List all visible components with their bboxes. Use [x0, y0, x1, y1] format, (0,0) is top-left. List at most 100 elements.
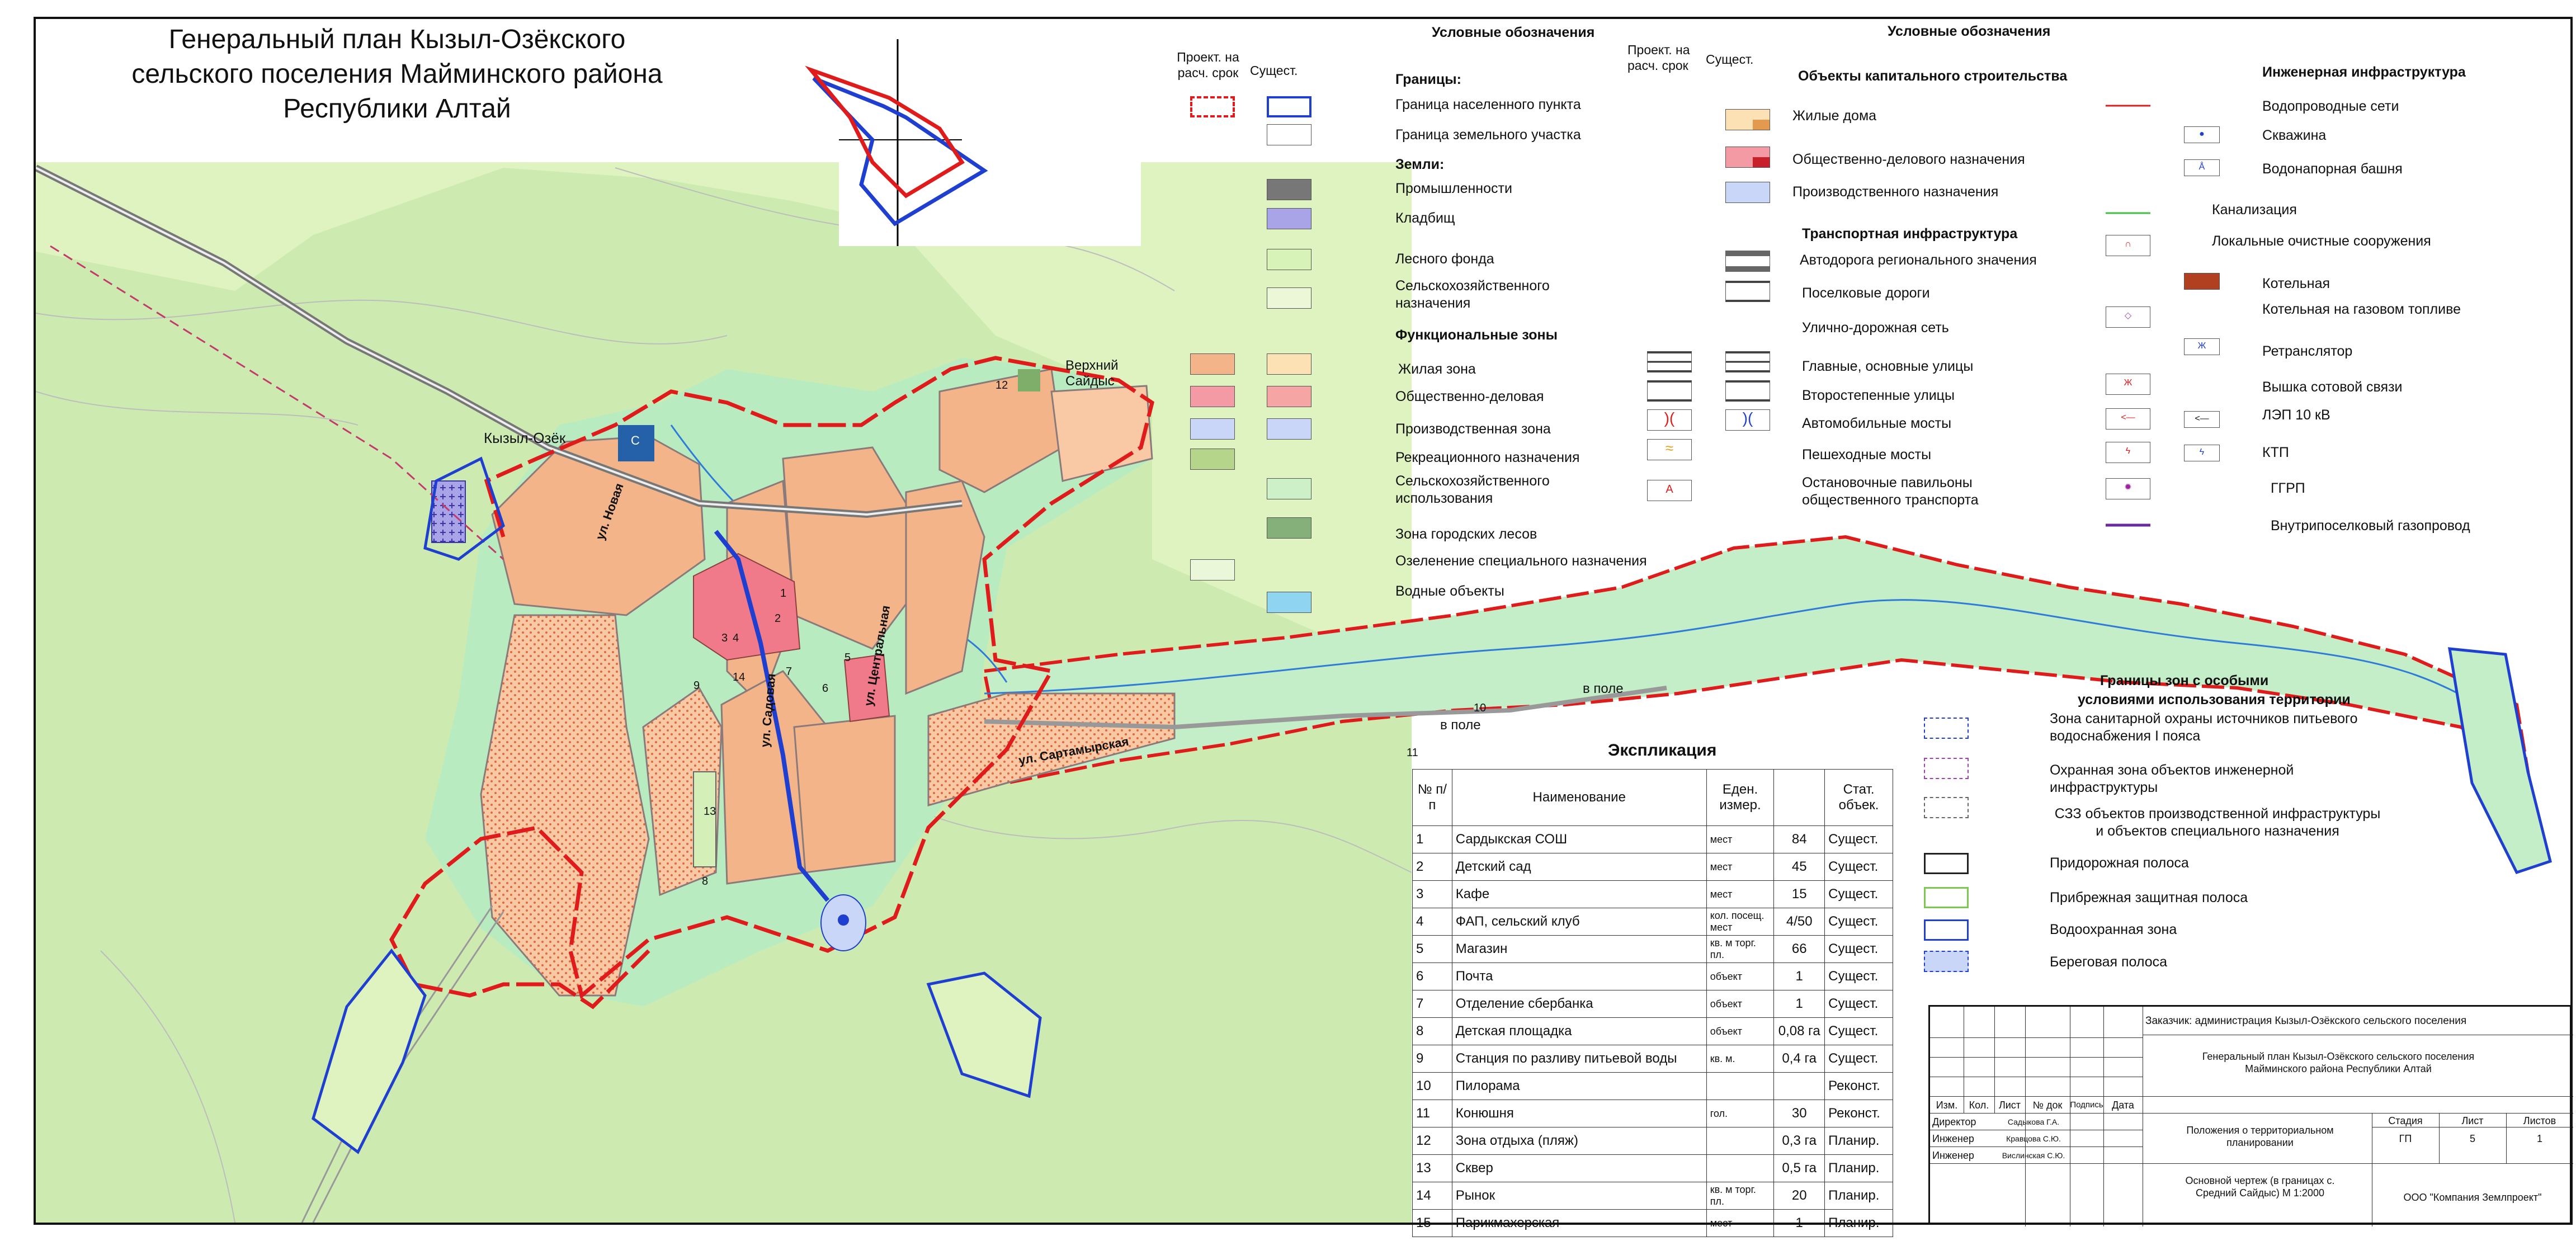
- zones-symbol-shore: [1924, 951, 1969, 972]
- explication-row: 6 Почта объект 1 Сущест.: [1412, 963, 1893, 990]
- legend-item-bus-stops: Остановочные павильоны общественного тра…: [1802, 475, 1979, 508]
- explication-cell-num: 3: [1412, 880, 1452, 908]
- explication-cell-name: Станция по разливу питьевой воды: [1451, 1045, 1707, 1073]
- legend-symbol-ktp-existing: ϟ: [2184, 445, 2220, 461]
- object-number-8: 8: [702, 875, 709, 888]
- legend-item-water-pipes: Водопроводные сети: [2262, 98, 2399, 114]
- stamp-col-list: Лист: [1998, 1100, 2021, 1111]
- legend-symbol-water: [1267, 592, 1311, 613]
- legend-section-functional: Функциональные зоны: [1395, 327, 1558, 343]
- zones-legend-title-2: условиями использования территории: [2078, 692, 2351, 707]
- explication-row: 3 Кафе мест 15 Сущест.: [1412, 880, 1893, 908]
- legend-item-water-tower: Водонапорная башня: [2262, 161, 2403, 177]
- zone-c-label: С: [631, 433, 640, 447]
- legend-symbol-cell-tower: Ж: [2106, 374, 2150, 395]
- legend-item-gas-boiler: Котельная на газовом топливе: [2262, 301, 2461, 317]
- explication-cell-num: 8: [1412, 1017, 1452, 1045]
- stamp-role-2: Инженер: [1932, 1133, 1974, 1144]
- legend-item-car-bridges: Автомобильные мосты: [1802, 416, 1952, 431]
- legend-symbol-production-project: [1190, 418, 1235, 440]
- explication-cell-status: Сущест.: [1824, 990, 1893, 1018]
- legend-symbol-public-buildings: [1725, 147, 1770, 168]
- explication-row: 5 Магазин кв. м торг. пл. 66 Сущест.: [1412, 935, 1893, 963]
- legend-item-ggrp: ГГРП: [2271, 480, 2305, 496]
- legend-symbol-secondary-street-project: [1647, 380, 1692, 402]
- zones-symbol-sanitary: [1924, 718, 1969, 739]
- legend-symbol-agri: [1267, 287, 1311, 309]
- legend-symbol-power-line-project: <—: [2106, 408, 2150, 430]
- legend-symbol-settlement-road: [1725, 281, 1770, 302]
- explication-header-status: Стат. объек.: [1824, 769, 1893, 826]
- explication-cell-num: 13: [1412, 1154, 1452, 1182]
- to-field-label-2: в поле: [1440, 718, 1481, 733]
- explication-cell-status: Сущест.: [1824, 963, 1893, 990]
- explication-cell-name: Сардыкская СОШ: [1451, 825, 1707, 853]
- stamp-name-3: Вислинская С.Ю.: [2002, 1151, 2065, 1160]
- explication-cell-status: Реконст.: [1824, 1072, 1893, 1100]
- legend-section-capital: Объекты капитального строительства: [1798, 68, 2068, 84]
- legend-symbol-well: ●: [2184, 126, 2220, 143]
- explication-cell-unit: кол. посещ. мест: [1706, 908, 1775, 936]
- legend-symbol-bus-stop: A: [1647, 480, 1692, 501]
- explication-cell-num: 1: [1412, 825, 1452, 853]
- explication-row: 15 Парикмахерская мест 1 Планир.: [1412, 1209, 1893, 1237]
- explication-cell-name: Конюшня: [1451, 1100, 1707, 1127]
- object-number-14: 14: [733, 671, 746, 683]
- legend-symbol-power-line-existing: <—: [2184, 411, 2220, 428]
- legend-symbol-repeater: Ж: [2184, 338, 2220, 355]
- legend-item-forest-fund: Лесного фонда: [1395, 251, 1494, 267]
- upper-saidys-label: Верхний Сайдыс: [1065, 358, 1119, 389]
- legend-left-col-project: Проект. на расч. срок: [1177, 50, 1239, 80]
- legend-symbol-border-existing: [1267, 96, 1311, 117]
- explication-cell-value: [1773, 1072, 1825, 1100]
- explication-cell-value: 15: [1773, 880, 1825, 908]
- legend-item-cemetery: Кладбищ: [1395, 210, 1455, 226]
- legend-item-urban-forest: Зона городских лесов: [1395, 526, 1537, 542]
- object-number-10: 10: [1474, 702, 1487, 714]
- explication-row: 8 Детская площадка объект 0,08 га Сущест.: [1412, 1017, 1893, 1045]
- explication-cell-unit: объект: [1706, 1017, 1775, 1045]
- legend-item-boiler: Котельная: [2262, 276, 2330, 291]
- legend-item-special-greenery: Озеленение специального назначения: [1395, 553, 1647, 569]
- legend-section-borders: Границы:: [1395, 72, 1461, 87]
- explication-header-unit: Еден. измер.: [1706, 769, 1775, 826]
- explication-cell-unit: мест: [1706, 825, 1775, 853]
- zones-symbol-water-protection: [1924, 919, 1969, 941]
- zones-item-coastal-protective: Прибрежная защитная полоса: [2050, 890, 2248, 905]
- explication-header-name: Наименование: [1451, 769, 1707, 826]
- explication-row: 2 Детский сад мест 45 Сущест.: [1412, 853, 1893, 881]
- explication-cell-name: Магазин: [1451, 935, 1707, 963]
- map-title: Генеральный план Кызыл-Озёкского сельско…: [89, 22, 705, 126]
- explication-row: 12 Зона отдыха (пляж) 0,3 га Планир.: [1412, 1127, 1893, 1155]
- legend-symbol-special-greenery: [1190, 559, 1235, 581]
- map-title-line2: сельского поселения Майминского района: [131, 59, 663, 89]
- explication-cell-status: Сущест.: [1824, 1017, 1893, 1045]
- explication-cell-value: 0,4 га: [1773, 1045, 1825, 1073]
- legend-item-power-line: ЛЭП 10 кВ: [2262, 407, 2330, 423]
- explication-header-value: [1773, 769, 1825, 826]
- explication-cell-num: 6: [1412, 963, 1452, 990]
- explication-cell-value: 30: [1773, 1100, 1825, 1127]
- legend-left-col-existing: Сущест.: [1250, 63, 1298, 78]
- explication-cell-status: Сущест.: [1824, 935, 1893, 963]
- explication-cell-num: 10: [1412, 1072, 1452, 1100]
- stamp-project-title: Генеральный план Кызыл-Озёкского сельско…: [2202, 1051, 2475, 1074]
- stamp-col-sign: Подпись: [2070, 1100, 2103, 1110]
- legend-symbol-gas-boiler: ◇: [2106, 306, 2150, 328]
- object-number-4: 4: [733, 632, 739, 644]
- explication-cell-num: 11: [1412, 1100, 1452, 1127]
- stamp-sheets-label: Листов: [2523, 1115, 2556, 1126]
- legend-symbol-main-street-project: [1647, 351, 1692, 372]
- legend-item-recreation: Рекреационного назначения: [1395, 450, 1580, 465]
- legend-item-production: Производственная зона: [1395, 421, 1551, 437]
- legend-symbol-public-project: [1190, 386, 1235, 407]
- legend-symbol-forest: [1267, 249, 1311, 270]
- to-field-label-1: в поле: [1583, 681, 1624, 696]
- explication-cell-unit: [1706, 1072, 1775, 1100]
- legend-symbol-residential-project: [1190, 353, 1235, 375]
- zones-symbol-coastal: [1924, 887, 1969, 908]
- explication-row: 7 Отделение сбербанка объект 1 Сущест.: [1412, 990, 1893, 1018]
- map-title-line1: Генеральный план Кызыл-Озёкского: [168, 25, 626, 54]
- legend-symbol-secondary-street-existing: [1725, 380, 1770, 402]
- legend-item-residential: Жилая зона: [1398, 361, 1476, 377]
